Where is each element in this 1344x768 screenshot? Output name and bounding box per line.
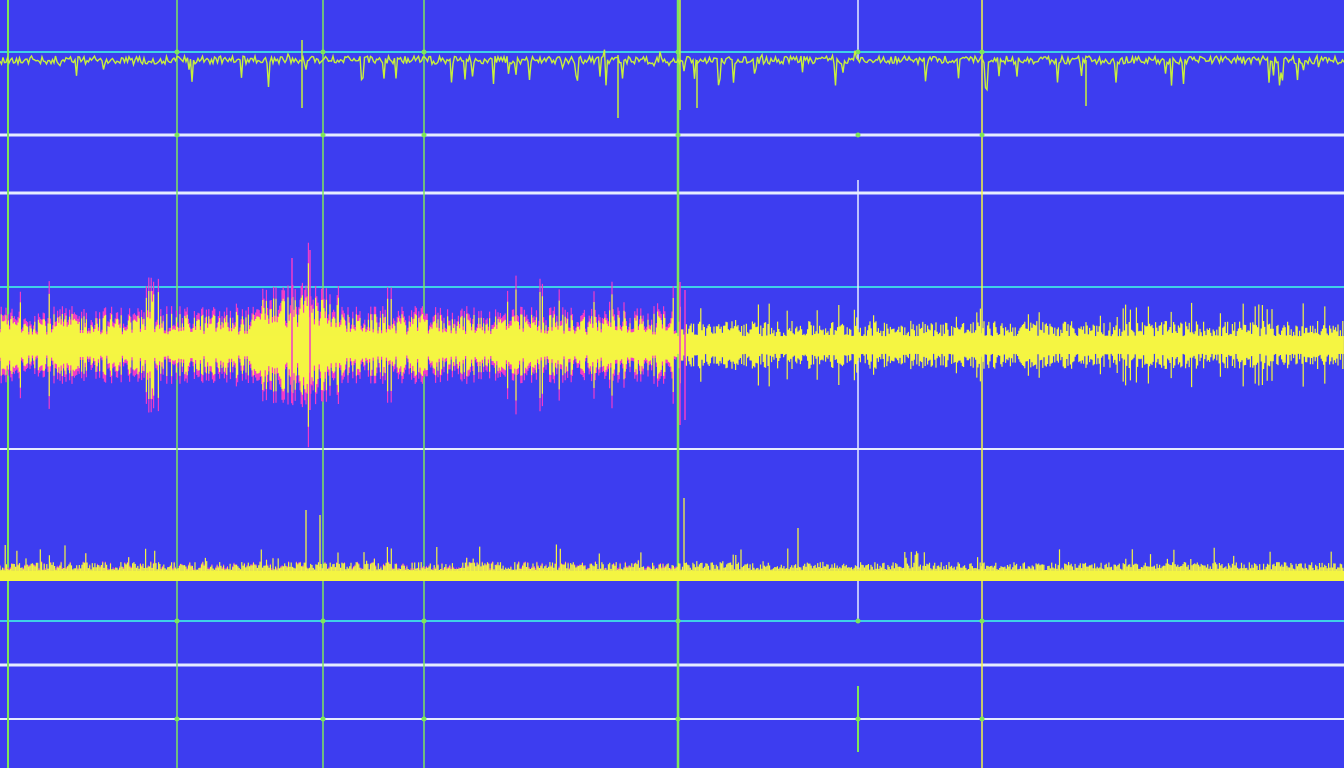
marker-tick	[320, 618, 326, 624]
plot-background	[0, 0, 1344, 768]
marker-tick	[855, 716, 861, 722]
marker-tick	[979, 132, 985, 138]
marker-tick	[421, 49, 427, 55]
marker-tick	[320, 49, 326, 55]
waveform-display	[0, 0, 1344, 768]
marker-tick	[979, 716, 985, 722]
marker-tick	[675, 716, 681, 722]
channel-3-core	[0, 571, 1344, 581]
marker-tick	[979, 618, 985, 624]
marker-tick	[320, 132, 326, 138]
marker-tick	[979, 49, 985, 55]
marker-tick	[421, 716, 427, 722]
marker-tick	[675, 618, 681, 624]
marker-tick	[174, 49, 180, 55]
marker-tick	[320, 716, 326, 722]
marker-tick	[421, 618, 427, 624]
marker-tick	[675, 132, 681, 138]
marker-tick	[855, 132, 861, 138]
marker-tick	[421, 132, 427, 138]
channel-2-core	[0, 336, 1344, 354]
marker-tick	[174, 618, 180, 624]
marker-tick	[174, 132, 180, 138]
waveform-canvas	[0, 0, 1344, 768]
marker-tick	[855, 618, 861, 624]
marker-tick	[174, 716, 180, 722]
